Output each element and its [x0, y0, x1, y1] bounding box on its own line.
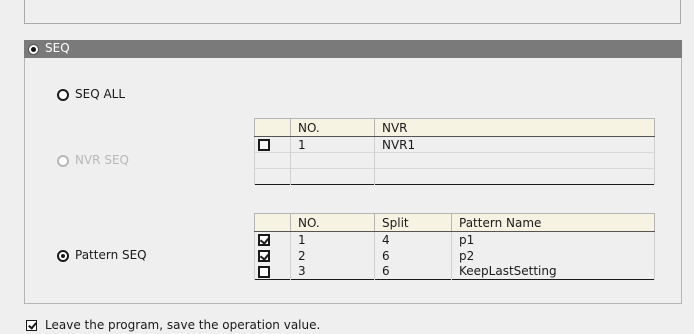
nvr-table: NO. NVR 1 NVR1: [254, 118, 655, 185]
nvr-seq-radio[interactable]: [57, 155, 69, 167]
pattern-seq-radio[interactable]: [57, 250, 69, 262]
save-on-exit-checkbox[interactable]: [26, 320, 37, 331]
seq-section-label: SEQ: [45, 41, 70, 55]
seq-all-radio[interactable]: [57, 89, 69, 101]
pattern-row-3-split: 6: [374, 263, 452, 280]
table-row-empty: [254, 168, 655, 185]
pattern-row-3-checkbox[interactable]: [258, 265, 270, 278]
nvr-row-1-nvr: NVR1: [374, 136, 655, 153]
table-row[interactable]: 3 6 KeepLastSetting: [254, 263, 655, 280]
pattern-table-no-header[interactable]: NO.: [290, 213, 375, 232]
table-row-empty: [254, 152, 655, 169]
pattern-row-3-name: KeepLastSetting: [451, 263, 655, 280]
previous-section-panel: [24, 0, 681, 24]
pattern-row-2-no: 2: [290, 247, 375, 264]
seq-section-body: SEQ ALL NVR SEQ Pattern SEQ NO. NVR 1 NV…: [24, 58, 682, 304]
seq-section-header[interactable]: SEQ: [24, 40, 682, 58]
table-row[interactable]: 2 6 p2: [254, 247, 655, 264]
nvr-table-nvr-header[interactable]: NVR: [374, 118, 655, 137]
pattern-table-name-header[interactable]: Pattern Name: [451, 213, 655, 232]
nvr-row-1-checkbox[interactable]: [258, 139, 270, 151]
pattern-row-2-name: p2: [451, 247, 655, 264]
nvr-table-select-header: [254, 118, 291, 137]
pattern-row-1-name: p1: [451, 231, 655, 248]
pattern-table-split-header[interactable]: Split: [374, 213, 452, 232]
pattern-row-2-split: 6: [374, 247, 452, 264]
pattern-row-3-no: 3: [290, 263, 375, 280]
pattern-table: NO. Split Pattern Name 1 4 p1 2 6 p2 3 6…: [254, 213, 655, 280]
nvr-table-header-row: NO. NVR: [254, 118, 655, 137]
seq-section-radio[interactable]: [28, 44, 39, 55]
pattern-row-1-split: 4: [374, 231, 452, 248]
pattern-table-select-header: [254, 213, 291, 232]
save-on-exit-label[interactable]: Leave the program, save the operation va…: [45, 318, 320, 332]
seq-all-label[interactable]: SEQ ALL: [75, 87, 125, 101]
table-row[interactable]: 1 NVR1: [254, 136, 655, 153]
nvr-table-no-header[interactable]: NO.: [290, 118, 375, 137]
nvr-seq-label[interactable]: NVR SEQ: [75, 153, 129, 167]
pattern-row-1-checkbox[interactable]: [258, 234, 270, 247]
table-row[interactable]: 1 4 p1: [254, 231, 655, 248]
pattern-row-2-checkbox[interactable]: [258, 250, 270, 262]
nvr-row-1-no: 1: [290, 136, 375, 153]
pattern-row-1-no: 1: [290, 231, 375, 248]
pattern-table-header-row: NO. Split Pattern Name: [254, 213, 655, 232]
pattern-seq-label[interactable]: Pattern SEQ: [75, 248, 147, 262]
